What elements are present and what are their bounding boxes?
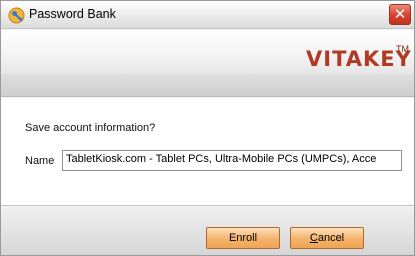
banner-stripe [1,74,414,96]
app-key-icon [8,7,25,24]
title-bar[interactable]: Password Bank ✕ [1,1,414,29]
save-prompt: Save account information? [25,122,156,134]
button-bar: Enroll Cancel [1,207,414,255]
password-bank-window: Password Bank ✕ VITAKEY TM Save account … [0,0,415,256]
window-title: Password Bank [29,7,116,21]
cancel-label: ancel [317,232,345,244]
close-icon: ✕ [393,5,407,23]
name-field[interactable]: TabletKiosk.com - Tablet PCs, Ultra-Mobi… [62,150,402,171]
trademark-mark: TM [396,44,409,54]
cancel-button[interactable]: Cancel [290,227,364,249]
cancel-mnemonic: C [309,232,318,244]
name-label: Name [25,155,55,167]
close-button[interactable]: ✕ [389,4,411,25]
brand-banner: VITAKEY TM [1,30,414,97]
dialog-content: Save account information? Name TabletKio… [1,98,414,206]
enroll-button[interactable]: Enroll [206,227,280,249]
